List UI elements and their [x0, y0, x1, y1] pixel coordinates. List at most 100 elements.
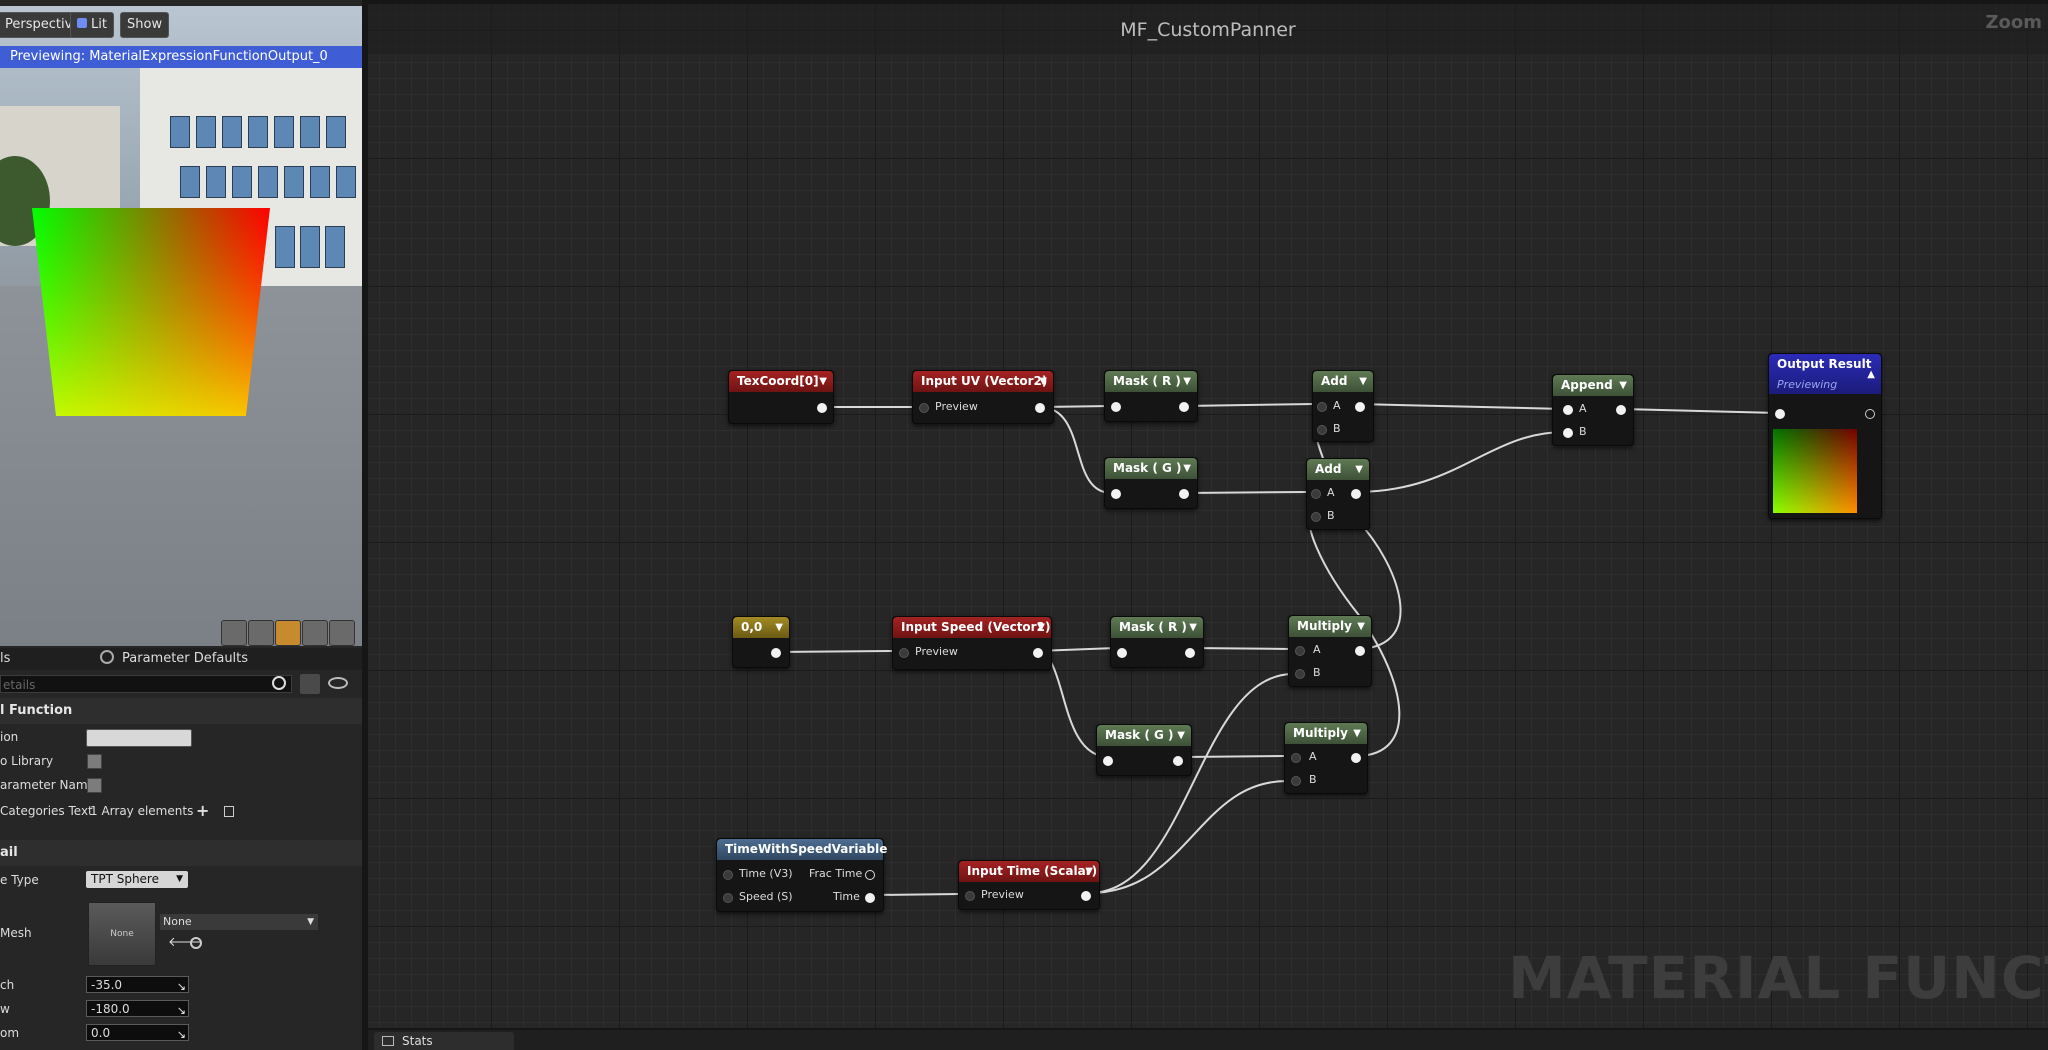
input-pin-a[interactable] — [1311, 489, 1321, 499]
row-preview-type: e Type TPT Sphere ▼ — [0, 869, 362, 891]
input-uv-node[interactable]: Input UV (Vector2) ▼ Preview — [912, 370, 1054, 424]
preview-type-dropdown[interactable]: TPT Sphere ▼ — [86, 871, 188, 888]
plane-icon[interactable] — [275, 620, 301, 646]
constant-node[interactable]: 0,0 ▼ — [732, 616, 790, 668]
param-names-checkbox[interactable] — [87, 778, 102, 793]
multiply-node-1[interactable]: Multiply ▼ A B — [1288, 615, 1372, 687]
details-search-input[interactable]: etails — [0, 675, 292, 693]
mask-g-node-2[interactable]: Mask ( G ) ▼ — [1096, 724, 1192, 776]
input-pin-b[interactable] — [1311, 512, 1321, 522]
show-button[interactable]: Show — [120, 12, 170, 38]
output-pin[interactable] — [1179, 402, 1189, 412]
output-pin[interactable] — [771, 648, 781, 658]
trash-icon[interactable] — [224, 806, 234, 817]
texcoord-node[interactable]: TexCoord[0] ▼ — [728, 370, 834, 424]
description-field[interactable] — [86, 729, 192, 747]
multiply-node-2[interactable]: Multiply ▼ A B — [1284, 722, 1368, 794]
lit-button[interactable]: Lit — [70, 12, 114, 38]
output-pin[interactable] — [1355, 646, 1365, 656]
pin-label: Speed (S) — [739, 890, 793, 903]
cylinder-icon[interactable] — [221, 620, 247, 646]
output-pin[interactable] — [1179, 489, 1189, 499]
input-pin[interactable] — [965, 891, 975, 901]
output-result-node[interactable]: Output Result ▲ Previewing — [1768, 353, 1882, 519]
preview-viewport[interactable]: Perspective Lit Show Previewing: Materia… — [0, 6, 362, 646]
time-with-speed-node[interactable]: TimeWithSpeedVariable Time (V3) Frac Tim… — [716, 838, 887, 912]
append-node[interactable]: Append ▼ A B — [1552, 374, 1634, 446]
browse-search-icon[interactable] — [190, 937, 202, 949]
yaw-field[interactable]: -180.0 ↘ — [86, 1000, 189, 1017]
row-yaw: w -180.0 ↘ — [0, 998, 362, 1020]
material-graph[interactable]: MF_CustomPanner Zoom MATERIAL FUNCTION T… — [368, 4, 2048, 1028]
input-pin[interactable] — [1775, 409, 1785, 419]
row-pitch: ch -35.0 ↘ — [0, 974, 362, 996]
output-pin[interactable] — [1865, 409, 1875, 419]
mesh-thumbnail[interactable]: None — [88, 902, 156, 966]
input-pin-b[interactable] — [1563, 428, 1573, 438]
tab-parameter-defaults[interactable]: Parameter Defaults — [100, 648, 248, 670]
add-element-icon[interactable]: + — [196, 800, 209, 822]
chevron-up-icon[interactable]: ▲ — [1867, 364, 1875, 385]
eye-icon[interactable] — [328, 677, 348, 689]
input-pin[interactable] — [1117, 648, 1127, 658]
input-pin-b[interactable] — [1291, 776, 1301, 786]
yaw-label: w — [0, 1002, 10, 1016]
output-pin[interactable] — [1173, 756, 1183, 766]
output-pin-frac-time[interactable] — [865, 870, 875, 880]
sphere-icon[interactable] — [248, 620, 274, 646]
chevron-down-icon: ▼ — [1357, 621, 1365, 632]
tab-details[interactable]: ls — [0, 648, 10, 670]
cube-icon[interactable] — [302, 620, 328, 646]
chevron-down-icon: ▼ — [1359, 376, 1367, 387]
input-pin-a[interactable] — [1317, 402, 1327, 412]
input-speed-node[interactable]: Input Speed (Vector2) ▼ Preview — [892, 616, 1052, 670]
mesh-dropdown[interactable]: None ▼ — [160, 914, 318, 930]
input-pin-a[interactable] — [1295, 646, 1305, 656]
input-pin[interactable] — [1103, 756, 1113, 766]
output-pin[interactable] — [1616, 405, 1626, 415]
output-pin[interactable] — [1351, 489, 1361, 499]
zoom-field[interactable]: 0.0 ↘ — [86, 1024, 189, 1041]
input-pin[interactable] — [899, 648, 909, 658]
mask-r-node-1[interactable]: Mask ( R ) ▼ — [1104, 370, 1198, 422]
search-icon[interactable] — [272, 676, 286, 690]
mask-r-node-2[interactable]: Mask ( R ) ▼ — [1110, 616, 1204, 668]
input-pin[interactable] — [1111, 489, 1121, 499]
row-description: ion — [0, 726, 362, 748]
node-title: Mask ( G ) — [1113, 461, 1182, 475]
chevron-down-icon: ▼ — [307, 917, 314, 927]
section-thumbnail[interactable]: ail — [0, 840, 362, 866]
chevron-down-icon: ▼ — [1085, 866, 1093, 877]
wire — [1354, 431, 1566, 493]
add-node-2[interactable]: Add ▼ A B — [1306, 458, 1370, 530]
output-pin[interactable] — [1033, 648, 1043, 658]
output-pin[interactable] — [1351, 753, 1361, 763]
input-pin[interactable] — [1111, 402, 1121, 412]
output-pin[interactable] — [1185, 648, 1195, 658]
pitch-field[interactable]: -35.0 ↘ — [86, 976, 189, 993]
input-pin-b[interactable] — [1295, 669, 1305, 679]
add-node-1[interactable]: Add ▼ A B — [1312, 370, 1374, 442]
output-pin[interactable] — [1081, 891, 1091, 901]
wire — [1182, 755, 1289, 758]
input-pin[interactable] — [919, 403, 929, 413]
output-pin-time[interactable] — [865, 893, 875, 903]
input-pin-a[interactable] — [1291, 753, 1301, 763]
input-pin-time-v3[interactable] — [723, 870, 733, 880]
input-pin-b[interactable] — [1317, 425, 1327, 435]
chevron-down-icon: ▼ — [176, 874, 183, 884]
grid-view-icon[interactable] — [300, 674, 320, 694]
input-pin-a[interactable] — [1563, 405, 1573, 415]
output-pin[interactable] — [1355, 402, 1365, 412]
input-pin-speed[interactable] — [723, 893, 733, 903]
input-time-node[interactable]: Input Time (Scalar) ▼ Preview — [958, 860, 1100, 910]
output-pin[interactable] — [817, 403, 827, 413]
pin-label: B — [1579, 425, 1587, 438]
chevron-down-icon: ▼ — [1177, 730, 1185, 741]
library-checkbox[interactable] — [87, 754, 102, 769]
stats-tab[interactable]: Stats — [374, 1032, 514, 1050]
teapot-icon[interactable] — [329, 620, 355, 646]
mask-g-node-1[interactable]: Mask ( G ) ▼ — [1104, 457, 1198, 509]
output-pin[interactable] — [1035, 403, 1045, 413]
section-material-function[interactable]: l Function — [0, 698, 362, 724]
